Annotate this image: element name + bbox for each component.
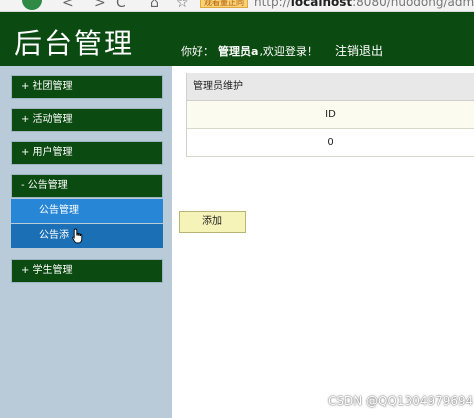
sidebar-item-activity-management[interactable]: + 活动管理 (11, 108, 163, 132)
browser-toolbar: < > C ⌂ ☆ 观看量正同 http://localhost:8080/hu… (0, 0, 474, 12)
logout-link[interactable]: 注销退出 (335, 42, 383, 59)
url-path: :8080/huodong/admin/ (352, 0, 474, 9)
table-header-id: ID (187, 101, 474, 129)
browser-logo-icon (22, 0, 42, 10)
page-title: 后台管理 (14, 27, 135, 60)
greeting: 你好： 管理员a,欢迎登录！ (181, 43, 318, 59)
sidebar: + 社团管理 + 活动管理 + 用户管理 - 公告管理 公告管理 公告添 + 学… (0, 66, 172, 418)
table-row: 0 (187, 129, 474, 157)
admin-panel: 管理员维护 ID 0 (186, 73, 474, 157)
url-host: localhost (290, 0, 353, 9)
greeting-prefix: 你好： (181, 45, 214, 58)
hand-pointer-icon (72, 228, 83, 244)
user-name: 管理员a (218, 45, 259, 58)
back-icon[interactable]: < (62, 0, 74, 11)
home-icon[interactable]: ⌂ (150, 0, 159, 11)
sidebar-subitem-notice-add[interactable]: 公告添 (11, 224, 163, 248)
panel-title: 管理员维护 (187, 73, 474, 101)
sidebar-item-student-management[interactable]: + 学生管理 (11, 259, 163, 283)
forward-icon[interactable]: > (94, 0, 106, 11)
security-badge: 观看量正同 (200, 0, 248, 8)
star-icon[interactable]: ☆ (176, 0, 189, 11)
add-button[interactable]: 添加 (179, 211, 246, 233)
reload-icon[interactable]: C (116, 0, 126, 11)
app-header: 后台管理 你好： 管理员a,欢迎登录！ 注销退出 (0, 12, 474, 66)
sidebar-item-user-management[interactable]: + 用户管理 (11, 141, 163, 165)
sidebar-subitem-notice-manage[interactable]: 公告管理 (11, 199, 163, 223)
greeting-suffix: ,欢迎登录！ (259, 45, 318, 58)
sidebar-item-club-management[interactable]: + 社团管理 (11, 75, 163, 99)
watermark: CSDN @QQ1304979694 (328, 394, 474, 408)
sidebar-item-notice-management[interactable]: - 公告管理 (11, 174, 163, 198)
address-bar[interactable]: http://localhost:8080/huodong/admin/ (254, 0, 474, 9)
